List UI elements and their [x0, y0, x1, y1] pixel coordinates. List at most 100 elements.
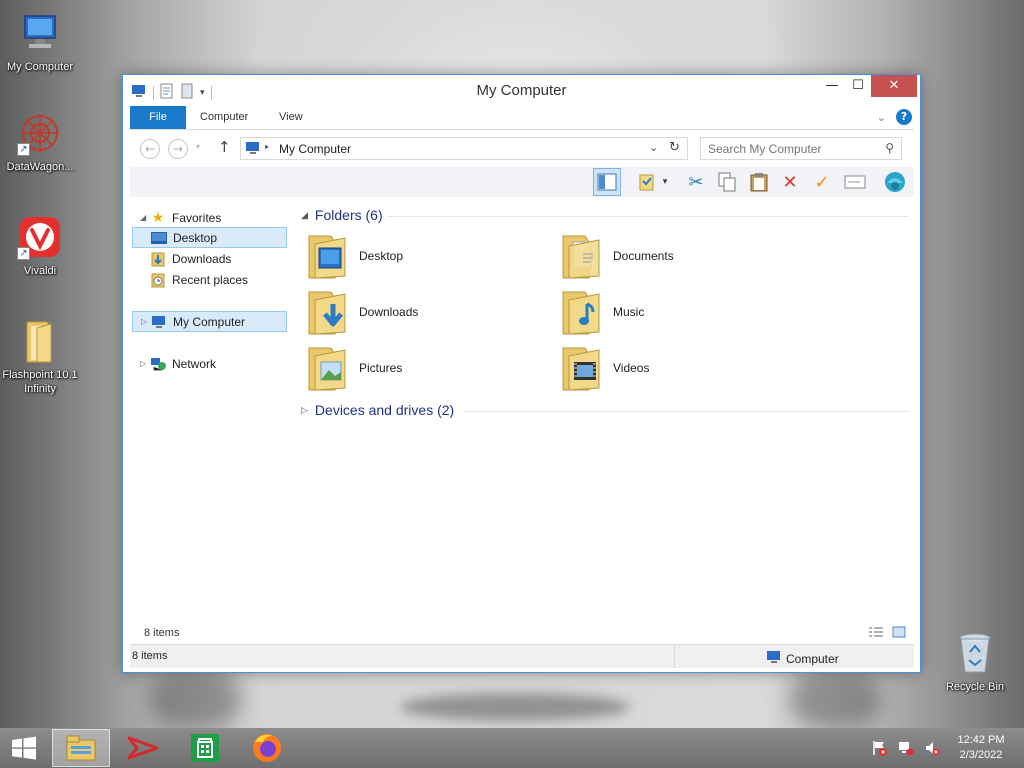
- nav-item-label: Network: [172, 356, 217, 371]
- taskbar-clock[interactable]: 12:42 PM 2/3/2022: [948, 733, 1014, 763]
- back-button[interactable]: ←: [140, 139, 160, 159]
- address-path[interactable]: My Computer: [279, 142, 351, 156]
- folder-item-music[interactable]: Music: [561, 287, 801, 337]
- desktop-icon-label: Flashpoint 10.1 Infinity: [2, 369, 78, 395]
- expand-arrow-icon[interactable]: ▷: [141, 317, 151, 326]
- search-icon[interactable]: ⚲: [885, 141, 894, 155]
- search-box[interactable]: ⚲: [700, 137, 902, 160]
- title-bar[interactable]: ▾ My Computer — ☐ ✕: [123, 75, 920, 105]
- search-input[interactable]: [708, 139, 878, 159]
- clock-time: 12:42 PM: [957, 734, 1005, 746]
- status-location-label: Computer: [786, 651, 839, 666]
- rename-icon[interactable]: [841, 168, 869, 196]
- nav-item-downloads[interactable]: Downloads: [132, 248, 287, 269]
- tab-view[interactable]: View: [279, 106, 303, 129]
- command-toolbar: ▾ ✂ ✕ ✓: [130, 167, 914, 197]
- desktop-icon-vivaldi[interactable]: ↗ Vivaldi: [0, 214, 80, 278]
- taskbar-firefox[interactable]: [238, 729, 296, 767]
- pictures-folder-icon: [307, 344, 351, 392]
- nav-item-my-computer[interactable]: ▷ My Computer: [132, 311, 287, 332]
- taskbar-app-red-arrow[interactable]: [114, 729, 172, 767]
- expand-ribbon-icon[interactable]: ⌄: [877, 111, 886, 124]
- system-tray: [872, 740, 940, 759]
- content-pane: ◢ Folders (6) Desktop Documents Download…: [295, 201, 913, 613]
- wallpaper-shade-right: [790, 670, 880, 728]
- folder-item-documents[interactable]: Documents: [561, 231, 801, 281]
- action-center-flag-icon[interactable]: [872, 740, 888, 759]
- details-view-icon[interactable]: [868, 626, 884, 641]
- desktop-icon-label: My Computer: [6, 61, 74, 73]
- ribbon-tabs: File Computer View ⌄ ?: [130, 106, 914, 130]
- documents-folder-icon: [561, 232, 605, 280]
- large-icons-view-icon[interactable]: [892, 626, 906, 641]
- network-status-icon[interactable]: [898, 740, 914, 759]
- apply-check-icon[interactable]: ✓: [808, 168, 836, 196]
- group-header-label: Folders (6): [314, 207, 383, 223]
- computer-icon: [151, 315, 167, 329]
- nav-item-label: Favorites: [172, 210, 222, 225]
- group-header-folders[interactable]: ◢ Folders (6): [301, 205, 383, 225]
- expand-arrow-icon[interactable]: ▷: [140, 359, 150, 368]
- taskbar-store[interactable]: [176, 729, 234, 767]
- folder-item-downloads[interactable]: Downloads: [307, 287, 547, 337]
- folder-label: Desktop: [359, 249, 404, 263]
- copy-icon[interactable]: [713, 168, 741, 196]
- downloads-icon: [150, 252, 166, 266]
- tab-computer[interactable]: Computer: [200, 106, 248, 129]
- desktop-icon-label: Vivaldi: [23, 265, 57, 277]
- up-button[interactable]: ↑: [218, 138, 231, 156]
- expand-arrow-icon[interactable]: ▷: [301, 405, 308, 416]
- paste-icon[interactable]: [745, 168, 773, 196]
- nav-item-label: Downloads: [172, 251, 232, 266]
- refresh-icon[interactable]: ↻: [669, 140, 680, 155]
- group-header-devices[interactable]: ▷ Devices and drives (2): [301, 400, 454, 420]
- nav-item-recent-places[interactable]: Recent places: [132, 269, 287, 290]
- nav-item-network[interactable]: ▷ Network: [132, 353, 287, 374]
- desktop-icon-datawagon[interactable]: ↗ DataWagon...: [0, 110, 80, 174]
- address-dropdown-icon[interactable]: ⌄: [649, 141, 658, 154]
- collapse-arrow-icon[interactable]: ◢: [140, 213, 150, 222]
- firefox-icon: [253, 734, 281, 762]
- close-button[interactable]: ✕: [871, 75, 917, 97]
- desktop-icon-my-computer[interactable]: My Computer: [0, 10, 80, 74]
- recent-locations-icon[interactable]: ▾: [196, 142, 200, 151]
- nav-item-desktop[interactable]: Desktop: [132, 227, 287, 248]
- clock-date: 2/3/2022: [959, 749, 1003, 761]
- address-computer-icon: [245, 141, 261, 158]
- folder-label: Documents: [613, 249, 674, 263]
- taskbar: 12:42 PM 2/3/2022: [0, 728, 1024, 768]
- maximize-button[interactable]: ☐: [845, 75, 871, 97]
- delete-icon[interactable]: ✕: [776, 168, 804, 196]
- wallpaper-shade-left: [150, 670, 240, 728]
- desktop-icon-recycle-bin[interactable]: Recycle Bin: [935, 630, 1015, 694]
- cut-icon[interactable]: ✂: [682, 168, 710, 196]
- volume-muted-icon[interactable]: [924, 740, 940, 759]
- folder-item-pictures[interactable]: Pictures: [307, 343, 547, 393]
- minimize-button[interactable]: —: [819, 75, 845, 97]
- forward-button[interactable]: →: [168, 139, 188, 159]
- shortcut-arrow-icon: ↗: [17, 143, 30, 156]
- desktop-icon-flashpoint[interactable]: Flashpoint 10.1 Infinity: [0, 318, 80, 396]
- nav-item-label: My Computer: [173, 314, 246, 329]
- preview-pane-button[interactable]: [593, 168, 621, 196]
- select-button[interactable]: [633, 168, 661, 196]
- status-location: Computer: [766, 650, 839, 667]
- breadcrumb-chevron-icon[interactable]: ▸: [265, 142, 269, 151]
- group-divider: [387, 216, 909, 217]
- folder-item-desktop[interactable]: Desktop: [307, 231, 547, 281]
- shell-icon[interactable]: [881, 168, 909, 196]
- shortcut-arrow-icon: ↗: [17, 247, 30, 260]
- preview-pane-icon: [597, 173, 617, 191]
- collapse-arrow-icon[interactable]: ◢: [301, 210, 308, 221]
- folder-label: Pictures: [359, 361, 403, 375]
- tab-file[interactable]: File: [130, 106, 186, 129]
- select-dropdown-icon[interactable]: ▾: [658, 168, 672, 196]
- ribbon-right-controls: ⌄ ?: [877, 109, 912, 125]
- folder-item-videos[interactable]: Videos: [561, 343, 801, 393]
- taskbar-file-explorer[interactable]: [52, 729, 110, 767]
- help-icon[interactable]: ?: [896, 109, 912, 125]
- status-bar: 8 items Computer: [130, 644, 914, 668]
- nav-item-favorites[interactable]: ◢ ★ Favorites: [132, 207, 287, 228]
- start-button[interactable]: [0, 729, 48, 767]
- address-bar[interactable]: ▸ My Computer ⌄ ↻: [240, 137, 688, 160]
